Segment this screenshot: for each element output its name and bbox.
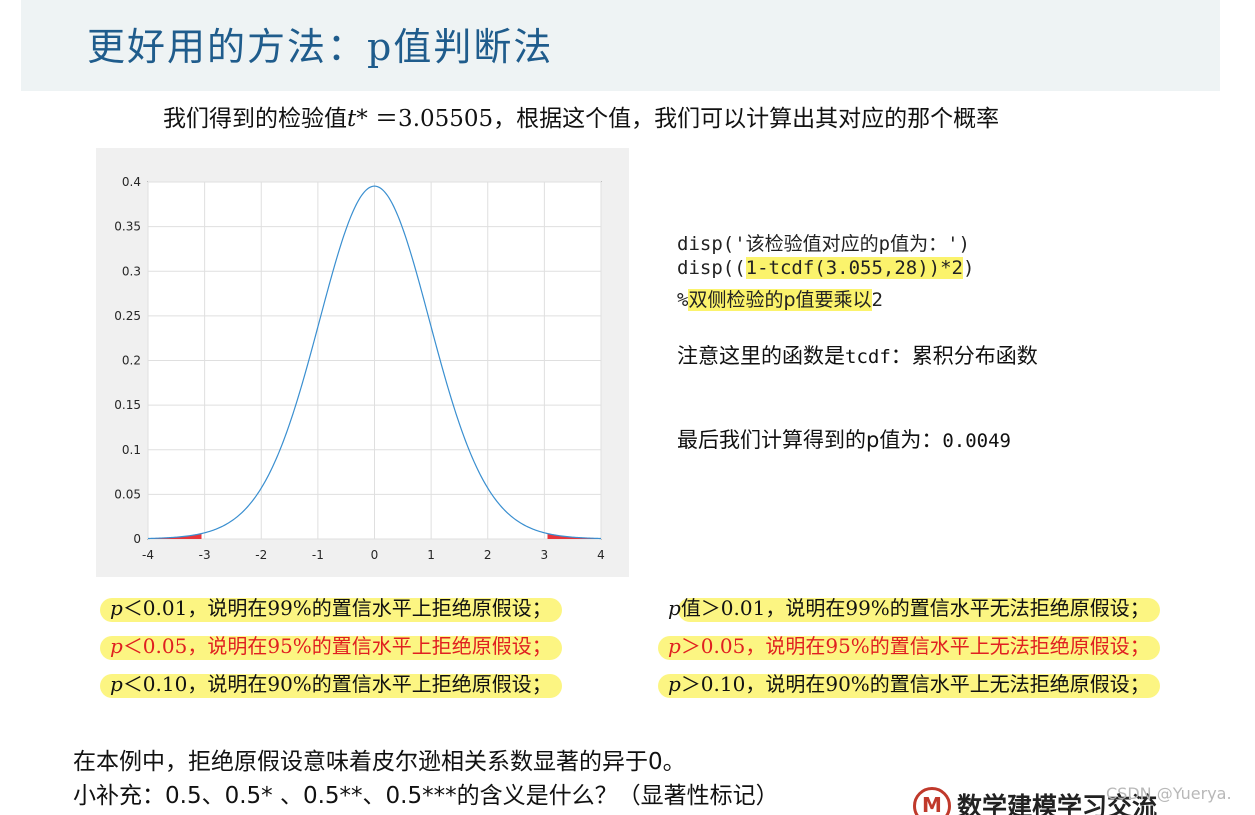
function-note-pre: 注意这里的函数是 (677, 344, 845, 368)
rule-p: p (668, 634, 681, 658)
intro-symbol: t* (347, 106, 368, 132)
x-tick-label: -1 (312, 548, 324, 562)
x-tick-label: 4 (597, 548, 605, 562)
code-line-1: disp('该检验值对应的p值为：') (677, 233, 970, 255)
bottom-line-1: 在本例中，拒绝原假设意味着皮尔逊相关系数显著的异于0。 (73, 749, 686, 775)
y-tick-label: 0.2 (122, 354, 141, 368)
y-tick-label: 0.15 (114, 398, 141, 412)
x-tick-label: -4 (142, 548, 154, 562)
rule-left-2: p＜0.05，说明在95%的置信水平上拒绝原假设； (100, 630, 562, 660)
code-line-3-post: 2 (871, 289, 883, 311)
rule-text: ＜0.10，说明在90%的置信水平上拒绝原假设； (122, 672, 552, 696)
y-tick-label: 0.1 (122, 443, 141, 457)
y-tick-label: 0.05 (114, 487, 141, 501)
code-line-3-pct: % (677, 289, 689, 311)
rule-text: 值＞0.01，说明在99%的置信水平无法拒绝原假设； (680, 596, 1150, 620)
rule-p: p (668, 596, 681, 620)
rule-p: p (110, 634, 123, 658)
intro-equals: ＝3.05505， (367, 106, 517, 132)
chart-svg: -4 -3 -2 -1 0 1 2 3 4 0 0.05 0.1 0.15 0.2 0.25 0.3 0.35 0… (114, 175, 605, 562)
rule-p: p (668, 672, 681, 696)
function-note-post: ：累积分布函数 (890, 344, 1038, 368)
rule-left-1: p＜0.01，说明在99%的置信水平上拒绝原假设； (100, 592, 562, 622)
rule-right-1: p值＞0.01，说明在99%的置信水平无法拒绝原假设； (668, 592, 1160, 622)
rule-left-3: p＜0.10，说明在90%的置信水平上拒绝原假设； (100, 668, 562, 698)
y-tick-label: 0.3 (122, 264, 141, 278)
rule-p: p (110, 672, 123, 696)
rule-right-2: p＞0.05，说明在95%的置信水平上无法拒绝原假设； (658, 630, 1160, 660)
x-tick-label: -2 (255, 548, 267, 562)
result-note: 最后我们计算得到的p值为：0.0049 (677, 424, 1011, 454)
function-note: 注意这里的函数是tcdf：累积分布函数 (677, 340, 1038, 370)
title-bar: 更好用的方法：p值判断法 (21, 0, 1220, 91)
function-note-mono: tcdf (845, 346, 891, 368)
code-line-2: disp((1-tcdf(3.055,28))*2) (677, 257, 974, 279)
rule-text: ＜0.01，说明在99%的置信水平上拒绝原假设； (122, 596, 552, 620)
rule-text: ＞0.05，说明在95%的置信水平上无法拒绝原假设； (680, 634, 1150, 658)
rule-p: p (110, 596, 123, 620)
t-distribution-plot: -4 -3 -2 -1 0 1 2 3 4 0 0.05 0.1 0.15 0.2 0.25 0.3 0.35 0… (96, 148, 629, 577)
code-line-3-highlight: 双侧检验的p值要乘以 (688, 289, 872, 311)
rule-text: ＞0.10，说明在90%的置信水平上无法拒绝原假设； (680, 672, 1150, 696)
intro-line: 我们得到的检验值t* ＝3.05505，根据这个值，我们可以计算出其对应的那个概… (163, 99, 999, 133)
y-tick-label: 0 (133, 532, 141, 546)
rule-text: ＜0.05，说明在95%的置信水平上拒绝原假设； (122, 634, 552, 658)
logo-mark-icon: M (913, 787, 951, 815)
result-note-pre: 最后我们计算得到的p值为： (677, 428, 943, 452)
code-line-2-highlight: 1-tcdf(3.055,28))*2 (745, 257, 963, 279)
code-line-2-post: ) (962, 257, 975, 279)
y-tick-label: 0.4 (122, 175, 141, 189)
watermark: CSDN @Yuerya. (1106, 784, 1232, 803)
intro-prefix: 我们得到的检验值 (163, 106, 347, 132)
y-tick-label: 0.25 (114, 309, 141, 323)
code-line-2-pre: disp(( (677, 257, 746, 279)
x-tick-label: 0 (371, 548, 379, 562)
code-line-3: %双侧检验的p值要乘以2 (677, 285, 883, 312)
x-tick-label: 3 (541, 548, 549, 562)
x-tick-label: 1 (427, 548, 435, 562)
result-note-mono: 0.0049 (942, 430, 1011, 452)
rule-right-3: p＞0.10，说明在90%的置信水平上无法拒绝原假设； (658, 668, 1160, 698)
y-tick-label: 0.35 (114, 220, 141, 234)
bottom-line-2: 小补充：0.5、0.5* 、0.5**、0.5***的含义是什么？（显著性标记） (73, 783, 779, 809)
page-title: 更好用的方法：p值判断法 (87, 25, 554, 69)
x-tick-label: 2 (484, 548, 492, 562)
x-tick-label: -3 (199, 548, 211, 562)
intro-suffix: 根据这个值，我们可以计算出其对应的那个概率 (516, 106, 1000, 132)
